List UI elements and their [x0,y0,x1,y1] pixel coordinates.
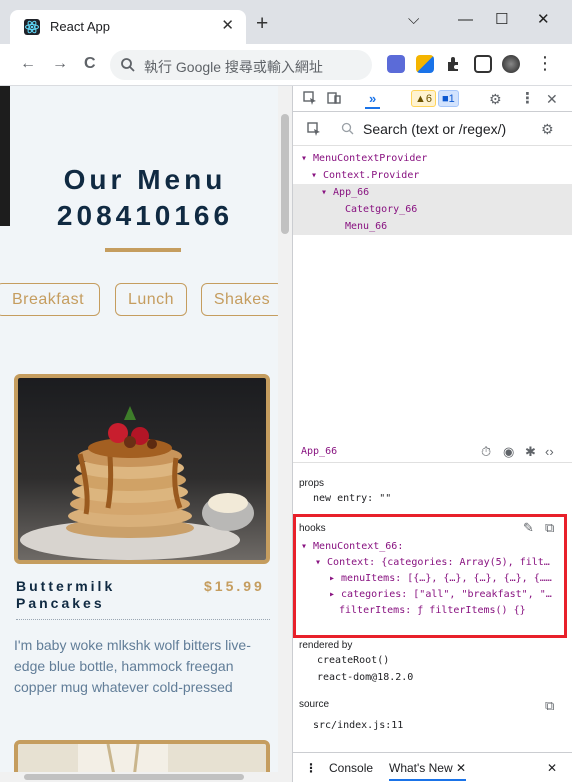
hook-menucontext[interactable]: ▾ MenuContext_66: [301,539,403,554]
title-line-1: Our Menu [63,164,227,195]
address-bar[interactable]: 執行 Google 搜尋或輸入網址 [110,50,372,80]
horizontal-scroll-thumb[interactable] [24,774,244,780]
maximize-button[interactable]: ☐ [495,10,508,30]
back-button[interactable]: ← [20,54,36,74]
menu-item-name: Buttermilk Pancakes [16,578,116,611]
tree-node-context-provider[interactable]: ▾ Context.Provider [293,167,572,184]
props-section-title: props [299,478,325,489]
title-line-2: 208410166 [56,200,234,231]
page-title: Our Menu 208410166 [12,162,278,234]
drawer-tab-console[interactable]: Console [329,761,373,775]
inspect-element-icon[interactable] [303,91,317,109]
tree-node-menucontextprovider[interactable]: ▾ MenuContextProvider [293,150,572,167]
more-tabs-button[interactable]: » [365,91,381,109]
bug-icon[interactable]: ✱ [525,444,536,460]
devtools-close-icon[interactable]: ✕ [546,91,558,107]
browser-tab-react-app[interactable]: React App ✕ [10,10,246,44]
parse-hook-names-icon[interactable]: ✎ [523,520,534,536]
source-section-title: source [299,699,330,710]
page-vertical-scrollbar[interactable] [278,86,292,772]
menu-item-price: $15.99 [204,578,265,594]
react-logo-icon [24,19,40,35]
vertical-scroll-thumb[interactable] [281,114,289,234]
extension-icon[interactable] [416,55,434,73]
next-item-photo [14,740,270,772]
title-underline [105,248,181,252]
source-file[interactable]: src/index.js:11 [313,718,403,733]
filter-button-shakes[interactable]: Shakes [201,283,278,316]
tab-close-icon[interactable]: ✕ [221,16,234,36]
filter-button-breakfast[interactable]: Breakfast [0,283,100,316]
rendered-by-react-dom[interactable]: react-dom@18.2.0 [317,670,413,685]
devtools-tab-bar: » ▲6 ■1 ⚙ ⋮ ✕ [293,86,572,112]
select-component-icon[interactable] [307,122,321,140]
component-settings-icon[interactable]: ⚙ [541,121,554,137]
page-horizontal-scrollbar[interactable] [0,772,292,782]
side-panel-icon[interactable] [474,55,492,73]
copy-hooks-icon[interactable]: ⧉ [545,520,554,536]
drawer-tab-whats-new-label: What's New [389,761,453,775]
filter-button-lunch[interactable]: Lunch [115,283,187,316]
new-tab-button[interactable]: + [256,13,268,34]
props-new-entry[interactable]: new entry: "" [313,491,391,506]
component-tree: ▾ MenuContextProvider ▾ Context.Provider… [293,150,572,310]
drawer-menu-icon[interactable]: ⋮ [305,761,317,775]
web-page-viewport: Our Menu 208410166 Breakfast Lunch Shake… [0,86,278,772]
component-search-bar: Search (text or /regex/) ⚙ [293,112,572,146]
search-icon [341,122,354,139]
messages-badge[interactable]: ■1 [438,90,459,107]
extension-grid-icon[interactable] [387,55,405,73]
search-icon [120,57,136,73]
timer-icon[interactable]: ⏱ [481,444,491,460]
minimize-button[interactable]: — [458,10,473,30]
rendered-by-createroot[interactable]: createRoot() [317,653,389,668]
hooks-section-title: hooks [299,523,326,534]
eye-icon[interactable]: ◉ [503,444,514,460]
copy-source-icon[interactable]: ⧉ [545,698,554,714]
close-window-button[interactable]: ✕ [537,10,550,30]
device-toolbar-icon[interactable] [327,91,341,109]
devtools-settings-icon[interactable]: ⚙ [489,91,502,107]
devtools-more-icon[interactable]: ⋮ [520,91,535,107]
view-source-icon[interactable]: ‹› [545,444,554,460]
tree-node-menu[interactable]: Menu_66 [293,218,572,235]
tree-node-app[interactable]: ▾ App_66 [293,184,572,201]
selected-component-header: App_66 ⏱ ◉ ✱ ‹› [293,441,572,463]
hook-menuitems[interactable]: ▸ menuItems: [{…}, {…}, {…}, {…}, {…… [329,571,552,586]
hook-filteritems[interactable]: filterItems: ƒ filterItems() {} [339,603,526,618]
hook-categories[interactable]: ▸ categories: ["all", "breakfast", "… [329,587,552,602]
devtools-drawer: ⋮ Console What's New ✕ ✕ [293,752,572,782]
menu-item-description: I'm baby woke mlkshk wolf bitters live-e… [14,637,251,695]
drawer-close-icon[interactable]: ✕ [547,761,557,775]
browser-tab-bar: React App ✕ + ⌵ — ☐ ✕ [0,0,572,44]
profile-avatar[interactable] [502,55,520,73]
browser-toolbar: ← → C 執行 Google 搜尋或輸入網址 ⋮ [0,44,572,86]
warnings-badge[interactable]: ▲6 [411,90,437,107]
tree-node-category[interactable]: Catetgory_66 [293,201,572,218]
reload-button[interactable]: C [84,54,96,74]
selected-component-name: App_66 [301,446,338,457]
forward-button[interactable]: → [52,54,68,74]
puzzle-icon[interactable] [445,55,463,73]
pancakes-photo [14,374,270,564]
hook-context-value[interactable]: ▾ Context: {categories: Array(5), filt… [315,555,550,570]
component-search-input[interactable]: Search (text or /regex/) [363,121,506,137]
page-left-edge [0,86,10,226]
tab-search-chevron-icon[interactable]: ⌵ [408,10,419,30]
tab-title: React App [50,19,110,34]
address-placeholder: 執行 Google 搜尋或輸入網址 [144,59,323,75]
item-divider [16,619,270,620]
drawer-tab-whats-new[interactable]: What's New ✕ [389,761,467,781]
more-menu-icon[interactable]: ⋮ [536,53,554,73]
rendered-by-title: rendered by [299,640,353,651]
devtools-panel: » ▲6 ■1 ⚙ ⋮ ✕ Search (text or /regex/) ⚙… [292,86,572,782]
